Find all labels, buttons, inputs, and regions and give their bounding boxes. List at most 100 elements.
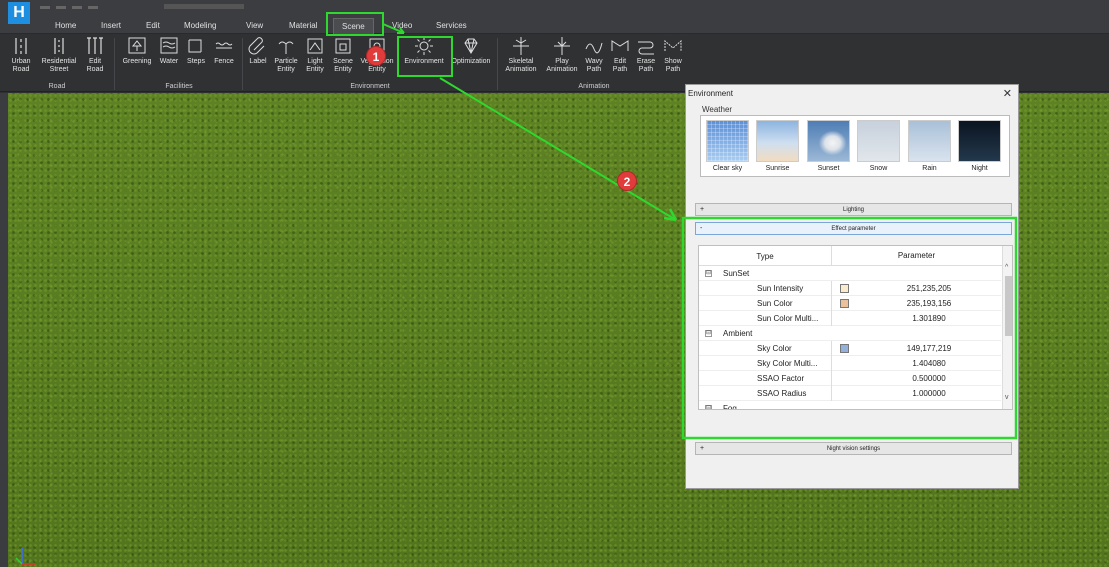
parameter-row[interactable]: SSAO Radius 1.000000: [699, 386, 1001, 401]
fence-icon: [213, 36, 235, 56]
column-divider: [831, 356, 832, 371]
tab-insert[interactable]: Insert: [101, 18, 121, 34]
wavy-path-button[interactable]: Wavy Path: [581, 36, 607, 82]
group-label-environment: Environment: [350, 83, 390, 90]
category-label: SunSet: [723, 269, 750, 278]
close-icon[interactable]: ✕: [1003, 87, 1012, 100]
quick-access-toolbar: [40, 2, 360, 9]
parameter-name: SSAO Factor: [757, 374, 805, 383]
scene-entity-button[interactable]: Scene Entity: [330, 36, 356, 82]
night-vision-section-label: Night vision settings: [826, 446, 881, 452]
parameter-name: Sun Color Multi...: [757, 314, 819, 323]
parameter-value[interactable]: 149,177,219: [864, 341, 994, 356]
fence-button[interactable]: Fence: [210, 36, 238, 82]
column-divider: [831, 371, 832, 386]
color-swatch[interactable]: [840, 344, 849, 353]
light-entity-button[interactable]: Light Entity: [302, 36, 328, 82]
residential-street-label: Residential Street: [41, 58, 77, 73]
urban-road-button[interactable]: Urban Road: [2, 36, 40, 82]
parameter-row[interactable]: Sun Color Multi... 1.301890: [699, 311, 1001, 326]
weather-snow[interactable]: Snow: [856, 120, 901, 172]
optimization-button[interactable]: Optimization: [448, 36, 494, 82]
particle-entity-button[interactable]: Particle Entity: [272, 36, 300, 82]
play-animation-icon: [551, 36, 573, 56]
tab-scene[interactable]: Scene: [333, 18, 374, 34]
color-swatch[interactable]: [840, 284, 849, 293]
play-animation-button[interactable]: Play Animation: [542, 36, 582, 82]
tab-view[interactable]: View: [246, 18, 263, 34]
column-divider: [831, 386, 832, 401]
skeletal-animation-button[interactable]: Skeletal Animation: [501, 36, 541, 82]
greening-label: Greening: [122, 58, 152, 65]
tab-video[interactable]: Video: [392, 18, 412, 34]
collapse-toggle[interactable]: -: [700, 223, 702, 235]
label-button[interactable]: Label: [246, 36, 270, 82]
water-button[interactable]: Water: [155, 36, 183, 82]
tab-home[interactable]: Home: [55, 18, 76, 34]
scroll-up-icon[interactable]: ^: [1005, 264, 1008, 271]
color-swatch[interactable]: [840, 299, 849, 308]
collapse-category-icon[interactable]: ⊟: [705, 330, 712, 337]
greening-button[interactable]: Greening: [118, 36, 156, 82]
residential-street-button[interactable]: Residential Street: [38, 36, 80, 82]
lighting-section-header[interactable]: + Lighting: [695, 203, 1012, 216]
parameter-row[interactable]: Sky Color Multi... 1.404080: [699, 356, 1001, 371]
sunrise-thumbnail: [756, 120, 799, 162]
edit-path-button[interactable]: Edit Path: [607, 36, 633, 82]
show-path-button[interactable]: Show Path: [660, 36, 686, 82]
parameter-name: Sky Color Multi...: [757, 359, 818, 368]
expand-toggle[interactable]: +: [700, 204, 704, 216]
scrollbar-thumb[interactable]: [1005, 276, 1012, 336]
wavy-path-label: Wavy Path: [585, 58, 603, 73]
weather-night[interactable]: Night: [957, 120, 1002, 172]
group-label-road: Road: [48, 83, 66, 90]
environment-button[interactable]: Environment: [400, 36, 448, 82]
category-row[interactable]: ⊟ SunSet: [699, 266, 1001, 281]
paperclip-icon: [247, 36, 269, 56]
tab-edit[interactable]: Edit: [146, 18, 160, 34]
parameter-value[interactable]: 1.404080: [864, 356, 994, 371]
weather-label: Rain: [922, 165, 937, 172]
weather-clear-sky[interactable]: Clear sky: [705, 120, 750, 172]
erase-path-button[interactable]: Erase Path: [633, 36, 659, 82]
expand-toggle[interactable]: +: [700, 443, 704, 455]
tab-material[interactable]: Material: [289, 18, 317, 34]
app-logo[interactable]: H: [8, 2, 30, 24]
category-row[interactable]: ⊟ Fog: [699, 401, 1001, 410]
parameter-row[interactable]: SSAO Factor 0.500000: [699, 371, 1001, 386]
parameter-row[interactable]: Sun Color 235,193,156: [699, 296, 1001, 311]
collapse-category-icon[interactable]: ⊟: [705, 270, 712, 277]
weather-sunrise[interactable]: Sunrise: [755, 120, 800, 172]
erase-path-icon: [635, 36, 657, 56]
weather-label: Sunrise: [765, 165, 790, 172]
parameter-row[interactable]: Sky Color 149,177,219: [699, 341, 1001, 356]
edit-road-label: Edit Road: [86, 58, 104, 73]
edit-road-icon: [84, 36, 106, 56]
steps-button[interactable]: Steps: [184, 36, 208, 82]
parameter-value[interactable]: 1.000000: [864, 386, 994, 401]
parameter-name: Sun Color: [757, 299, 793, 308]
grid-header: Type Parameter: [699, 246, 1012, 266]
night-thumbnail: [958, 120, 1001, 162]
tab-services[interactable]: Services: [436, 18, 467, 34]
scroll-down-icon[interactable]: v: [1005, 394, 1009, 401]
parameter-row[interactable]: Sun Intensity 251,235,205: [699, 281, 1001, 296]
weather-label: Clear sky: [712, 165, 743, 172]
grid-scrollbar[interactable]: ^ v: [1002, 246, 1012, 409]
parameter-value[interactable]: 251,235,205: [864, 281, 994, 296]
parameter-value[interactable]: 1.301890: [864, 311, 994, 326]
edit-road-button[interactable]: Edit Road: [80, 36, 110, 82]
parameter-value[interactable]: 235,193,156: [864, 296, 994, 311]
tab-modeling[interactable]: Modeling: [184, 18, 216, 34]
category-row[interactable]: ⊟ Ambient: [699, 326, 1001, 341]
weather-sunset[interactable]: Sunset: [806, 120, 851, 172]
effect-parameter-section-header[interactable]: - Effect parameter: [695, 222, 1012, 235]
category-label: Fog: [723, 404, 737, 410]
wavy-path-icon: [583, 36, 605, 56]
night-vision-section-header[interactable]: + Night vision settings: [695, 442, 1012, 455]
particle-entity-label: Particle Entity: [274, 58, 298, 73]
weather-rain[interactable]: Rain: [907, 120, 952, 172]
show-path-label: Show Path: [664, 58, 682, 73]
collapse-category-icon[interactable]: ⊟: [705, 405, 712, 409]
parameter-value[interactable]: 0.500000: [864, 371, 994, 386]
